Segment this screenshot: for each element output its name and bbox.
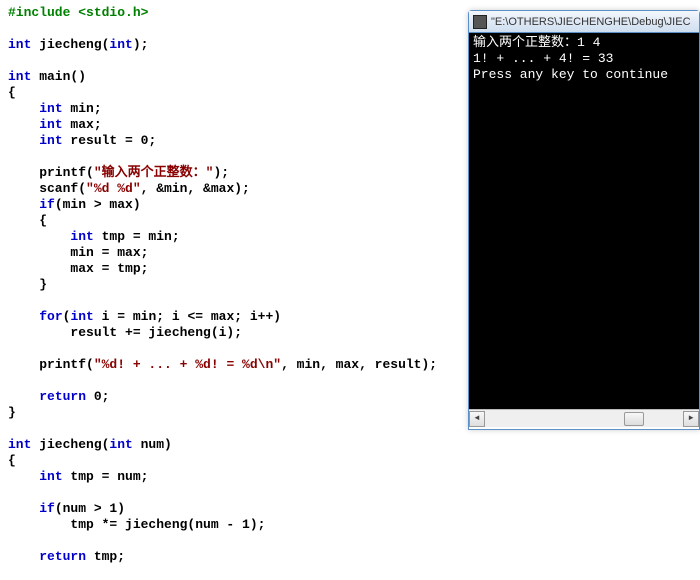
console-line: 输入两个正整数：1 4 [473,35,600,50]
titlebar[interactable]: "E:\OTHERS\JIECHENGHE\Debug\JIEC [469,11,699,33]
scroll-right-button[interactable]: ► [683,411,699,427]
console-window[interactable]: "E:\OTHERS\JIECHENGHE\Debug\JIEC 输入两个正整数… [468,10,700,430]
app-icon [473,15,487,29]
console-output: 输入两个正整数：1 4 1! + ... + 4! = 33 Press any… [469,33,699,409]
code-editor[interactable]: #include <stdio.h> int jiecheng(int); in… [0,0,460,580]
console-line: 1! + ... + 4! = 33 [473,51,613,66]
scroll-left-button[interactable]: ◄ [469,411,485,427]
window-title: "E:\OTHERS\JIECHENGHE\Debug\JIEC [491,16,695,28]
scroll-thumb[interactable] [624,412,644,426]
scroll-track[interactable] [485,411,683,427]
console-line: Press any key to continue [473,67,668,82]
horizontal-scrollbar[interactable]: ◄ ► [469,409,699,427]
preproc-include: #include [8,5,78,20]
